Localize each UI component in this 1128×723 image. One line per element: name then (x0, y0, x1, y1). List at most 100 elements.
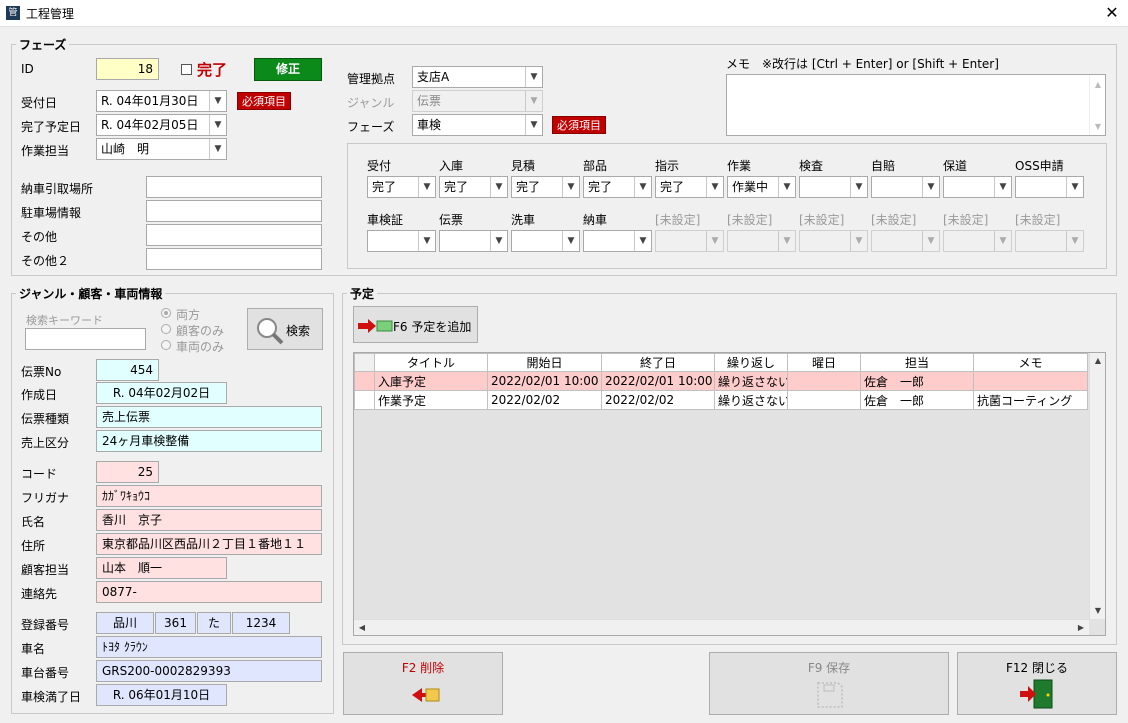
address-field[interactable]: 東京都品川区西品川２丁目１番地１１ (96, 533, 322, 555)
code-field[interactable]: 25 (96, 461, 159, 483)
scroll-down-icon[interactable]: ▼ (1090, 603, 1105, 619)
column-header[interactable]: メモ (973, 353, 1088, 372)
horizontal-scrollbar[interactable]: ◀ ▶ (354, 619, 1089, 635)
close-icon[interactable]: ✕ (1100, 2, 1124, 24)
chevron-down-icon[interactable]: ▼ (209, 139, 226, 159)
step-status-select[interactable]: ▼ (511, 230, 580, 252)
column-header[interactable]: 開始日 (487, 353, 602, 372)
chevron-down-icon[interactable]: ▼ (994, 177, 1011, 197)
id-field[interactable]: 18 (96, 58, 159, 80)
chevron-down-icon[interactable]: ▼ (525, 67, 542, 87)
table-cell[interactable] (973, 371, 1088, 391)
chevron-down-icon[interactable]: ▼ (562, 231, 579, 251)
edit-button[interactable]: 修正 (254, 58, 322, 81)
column-header[interactable]: 担当 (860, 353, 974, 372)
delete-button[interactable]: F2 削除 (343, 652, 503, 715)
scroll-down-icon[interactable]: ▼ (1090, 119, 1106, 135)
step-status-select[interactable]: 完了 ▼ (367, 176, 436, 198)
step-status-select[interactable]: ▼ (799, 176, 868, 198)
chevron-down-icon[interactable]: ▼ (850, 177, 867, 197)
table-row[interactable]: 作業予定 2022/02/02 2022/02/02 繰り返さない 佐倉 一郎 … (354, 390, 1088, 410)
chassis-no-field[interactable]: GRS200-0002829393 (96, 660, 322, 682)
radio-both[interactable] (161, 308, 171, 318)
table-cell[interactable]: 2022/02/01 10:00 (487, 371, 602, 391)
slip-no-field[interactable]: 454 (96, 359, 159, 381)
sales-category-field[interactable]: 24ヶ月車検整備 (96, 430, 322, 452)
furigana-field[interactable]: ｶｶﾞﾜｷｮｳｺ (96, 485, 322, 507)
base-select[interactable]: 支店A ▼ (412, 66, 543, 88)
reg-number-field[interactable]: 1234 (232, 612, 290, 634)
search-button[interactable]: 検索 (247, 308, 323, 350)
step-status-select[interactable]: ▼ (1015, 176, 1084, 198)
step-status-select[interactable]: ▼ (583, 230, 652, 252)
table-cell[interactable] (787, 390, 861, 410)
column-header[interactable]: 繰り返し (714, 353, 788, 372)
table-cell[interactable] (787, 371, 861, 391)
step-status-select[interactable]: 完了 ▼ (511, 176, 580, 198)
other-field[interactable] (146, 224, 322, 246)
complete-checkbox[interactable] (181, 64, 192, 75)
column-header[interactable]: 終了日 (601, 353, 715, 372)
delivery-place-field[interactable] (146, 176, 322, 198)
chevron-down-icon[interactable]: ▼ (706, 177, 723, 197)
reg-class-field[interactable]: 361 (155, 612, 196, 634)
table-row[interactable]: 入庫予定 2022/02/01 10:00 2022/02/01 10:00 繰… (354, 371, 1088, 391)
worker-select[interactable]: 山崎 明 ▼ (96, 138, 227, 160)
vertical-scrollbar[interactable]: ▲ ▼ (1089, 353, 1105, 619)
table-cell[interactable]: 佐倉 一郎 (860, 390, 974, 410)
chevron-down-icon[interactable]: ▼ (418, 177, 435, 197)
contact-field[interactable]: 0877- (96, 581, 322, 603)
chevron-down-icon[interactable]: ▼ (562, 177, 579, 197)
step-status-select[interactable]: 完了 ▼ (439, 176, 508, 198)
column-header[interactable]: タイトル (374, 353, 488, 372)
table-cell[interactable]: 入庫予定 (374, 371, 488, 391)
column-header[interactable]: 曜日 (787, 353, 861, 372)
chevron-down-icon[interactable]: ▼ (525, 115, 542, 135)
step-status-select[interactable]: 完了 ▼ (655, 176, 724, 198)
chevron-down-icon[interactable]: ▼ (634, 231, 651, 251)
memo-scrollbar[interactable]: ▲ ▼ (1089, 75, 1105, 135)
row-header[interactable] (354, 371, 375, 391)
step-status-select[interactable]: 作業中 ▼ (727, 176, 796, 198)
table-cell[interactable]: 2022/02/02 (601, 390, 715, 410)
chevron-down-icon[interactable]: ▼ (1066, 177, 1083, 197)
chevron-down-icon[interactable]: ▼ (490, 231, 507, 251)
save-button[interactable]: F9 保存 (709, 652, 949, 715)
received-date-picker[interactable]: R. 04年01月30日 ▼ (96, 90, 227, 112)
phase-select[interactable]: 車検 ▼ (412, 114, 543, 136)
reg-area-field[interactable]: 品川 (96, 612, 154, 634)
reg-kana-field[interactable]: た (197, 612, 231, 634)
inspection-expiry-field[interactable]: R. 06年01月10日 (96, 684, 227, 706)
close-button[interactable]: F12 閉じる (957, 652, 1117, 715)
table-cell[interactable]: 佐倉 一郎 (860, 371, 974, 391)
memo-textarea[interactable]: ▲ ▼ (726, 74, 1106, 136)
chevron-down-icon[interactable]: ▼ (922, 177, 939, 197)
table-cell[interactable]: 抗菌コーティング (973, 390, 1088, 410)
step-status-select[interactable]: ▼ (367, 230, 436, 252)
search-keyword-input[interactable] (25, 328, 146, 350)
chevron-down-icon[interactable]: ▼ (209, 115, 226, 135)
chevron-down-icon[interactable]: ▼ (634, 177, 651, 197)
scroll-right-icon[interactable]: ▶ (1073, 620, 1089, 635)
radio-customer-only[interactable] (161, 324, 171, 334)
other2-field[interactable] (146, 248, 322, 270)
step-status-select[interactable]: ▼ (871, 176, 940, 198)
radio-vehicle-only[interactable] (161, 340, 171, 350)
scroll-up-icon[interactable]: ▲ (1090, 77, 1106, 93)
table-cell[interactable]: 2022/02/02 (487, 390, 602, 410)
step-status-select[interactable]: ▼ (943, 176, 1012, 198)
scroll-left-icon[interactable]: ◀ (354, 620, 370, 635)
chevron-down-icon[interactable]: ▼ (778, 177, 795, 197)
table-cell[interactable]: 2022/02/01 10:00 (601, 371, 715, 391)
row-header[interactable] (354, 390, 375, 410)
parking-info-field[interactable] (146, 200, 322, 222)
chevron-down-icon[interactable]: ▼ (490, 177, 507, 197)
due-date-picker[interactable]: R. 04年02月05日 ▼ (96, 114, 227, 136)
step-status-select[interactable]: ▼ (439, 230, 508, 252)
chevron-down-icon[interactable]: ▼ (209, 91, 226, 111)
table-cell[interactable]: 繰り返さない (714, 390, 788, 410)
slip-type-field[interactable]: 売上伝票 (96, 406, 322, 428)
chevron-down-icon[interactable]: ▼ (418, 231, 435, 251)
table-cell[interactable]: 繰り返さない (714, 371, 788, 391)
add-schedule-button[interactable]: F6 予定を追加 (353, 306, 478, 343)
